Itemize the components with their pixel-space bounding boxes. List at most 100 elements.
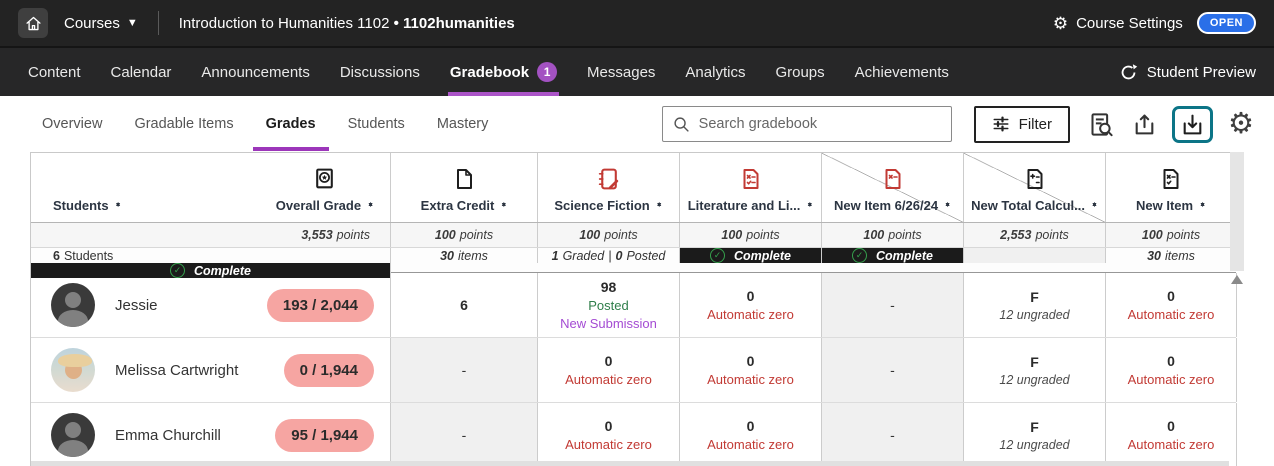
student-preview-button[interactable]: Student Preview: [1119, 48, 1256, 96]
course-title: Introduction to Humanities 1102 • 1102hu…: [179, 15, 515, 32]
course-settings-label: Course Settings: [1076, 15, 1183, 32]
courses-dropdown[interactable]: Courses ▼: [64, 15, 138, 32]
check-circle-icon: ✓: [852, 248, 867, 263]
extra-credit-points: 100points: [391, 223, 538, 247]
upload-icon: [1132, 112, 1157, 137]
test-icon: [739, 166, 763, 192]
student-preview-label: Student Preview: [1147, 64, 1256, 81]
grades-content: Students ▲▼ Overall Grade ▲▼: [0, 152, 1274, 466]
grade-cell-total-calculation[interactable]: F 12 ungraded: [964, 403, 1106, 466]
grade-cell-science-fiction[interactable]: 98 Posted New Submission: [538, 273, 680, 337]
new-item-column-header[interactable]: New Item ▲▼: [1106, 153, 1237, 222]
grade-cell-literature[interactable]: 0 Automatic zero: [680, 273, 822, 337]
student-cell[interactable]: Emma Churchill 95 / 1,944: [31, 403, 391, 466]
grade-cell-total-calculation[interactable]: F 12 ungraded: [964, 273, 1106, 337]
tab-content[interactable]: Content: [28, 48, 81, 96]
grade-cell-new-item[interactable]: 0 Automatic zero: [1106, 338, 1237, 402]
ungraded-label: 12 ungraded: [999, 308, 1069, 322]
new-item-points: 100points: [1106, 223, 1237, 247]
overall-grade-pill[interactable]: 0 / 1,944: [284, 354, 374, 387]
tab-messages[interactable]: Messages: [587, 48, 655, 96]
sort-icon: ▲▼: [367, 205, 374, 206]
grade-cell-new-item-626[interactable]: -: [822, 403, 964, 466]
tab-gradable-items[interactable]: Gradable Items: [134, 96, 233, 152]
extra-credit-column-header[interactable]: Extra Credit ▲▼: [391, 153, 538, 222]
filter-sliders-icon: [992, 115, 1010, 133]
overall-grade-column-header[interactable]: Overall Grade ▲▼: [276, 166, 374, 213]
sort-icon: ▲▼: [1199, 205, 1206, 206]
tab-groups[interactable]: Groups: [775, 48, 824, 96]
search-gradebook-box[interactable]: [662, 106, 952, 142]
grade-cell-literature[interactable]: 0 Automatic zero: [680, 403, 822, 466]
tab-analytics[interactable]: Analytics: [685, 48, 745, 96]
tab-overview[interactable]: Overview: [42, 96, 102, 152]
grade-cell-total-calculation[interactable]: F 12 ungraded: [964, 338, 1106, 402]
grade-cell-new-item-626[interactable]: -: [822, 273, 964, 337]
upload-button[interactable]: [1130, 110, 1159, 139]
tab-calendar[interactable]: Calendar: [111, 48, 172, 96]
download-button[interactable]: [1172, 106, 1213, 143]
grade-cell-extra-credit[interactable]: -: [391, 403, 538, 466]
overall-grade-icon: [312, 166, 337, 192]
tab-announcements[interactable]: Announcements: [201, 48, 309, 96]
horizontal-scrollbar[interactable]: [31, 461, 1229, 466]
tab-discussions[interactable]: Discussions: [340, 48, 420, 96]
total-calculation-column-header[interactable]: New Total Calcul... ▲▼: [964, 153, 1106, 222]
test-icon-hidden: [881, 166, 905, 192]
grade-cell-science-fiction[interactable]: 0 Automatic zero: [538, 338, 680, 402]
complete-badge[interactable]: ✓ Complete: [822, 248, 963, 263]
gradebook-settings-button[interactable]: ⚙: [1226, 108, 1256, 141]
grade-cell-new-item[interactable]: 0 Automatic zero: [1106, 273, 1237, 337]
course-settings-button[interactable]: ⚙ Course Settings: [1053, 15, 1183, 32]
grade-cell-literature[interactable]: 0 Automatic zero: [680, 338, 822, 402]
automatic-zero-label: Automatic zero: [565, 372, 652, 387]
ungraded-label: 12 ungraded: [999, 373, 1069, 387]
filter-button[interactable]: Filter: [974, 106, 1070, 143]
search-input[interactable]: [699, 116, 941, 132]
grade-cell-extra-credit[interactable]: -: [391, 338, 538, 402]
new-item-626-points: 100points: [822, 223, 964, 247]
sort-icon: ▲▼: [1091, 205, 1098, 206]
student-name[interactable]: Emma Churchill: [115, 427, 221, 444]
scroll-up-arrow[interactable]: [1231, 275, 1243, 284]
tab-gradebook[interactable]: Gradebook 1: [450, 48, 557, 96]
review-search-button[interactable]: [1086, 109, 1117, 140]
tab-achievements[interactable]: Achievements: [855, 48, 949, 96]
grade-cell-science-fiction[interactable]: 0 Automatic zero: [538, 403, 680, 466]
total-calculation-items-count: 30items: [1106, 248, 1237, 263]
open-status-badge[interactable]: OPEN: [1197, 12, 1256, 34]
complete-badge[interactable]: ✓ Complete: [680, 248, 821, 263]
student-cell[interactable]: Jessie 193 / 2,044: [31, 273, 391, 337]
avatar: [51, 348, 95, 392]
new-item-626-column-header[interactable]: New Item 6/26/24 ▲▼: [822, 153, 964, 222]
tab-grades[interactable]: Grades: [266, 96, 316, 152]
overall-grade-pill[interactable]: 95 / 1,944: [275, 419, 374, 452]
students-column-header[interactable]: Students ▲▼: [53, 198, 122, 213]
sort-icon: ▲▼: [115, 205, 122, 206]
gear-icon: ⚙: [1228, 110, 1254, 139]
journal-icon: [596, 166, 621, 192]
home-button[interactable]: [18, 8, 48, 38]
vertical-scrollbar[interactable]: [1230, 152, 1244, 271]
grade-cell-extra-credit[interactable]: 6: [391, 273, 538, 337]
automatic-zero-label: Automatic zero: [565, 437, 652, 452]
extra-credit-icon: [452, 166, 476, 192]
chevron-down-icon: ▼: [127, 17, 138, 29]
grade-cell-new-item[interactable]: 0 Automatic zero: [1106, 403, 1237, 466]
new-submission-link[interactable]: New Submission: [560, 316, 657, 331]
avatar: [51, 413, 95, 457]
grade-cell-new-item-626[interactable]: -: [822, 338, 964, 402]
total-calculation-points: 2,553points: [964, 223, 1106, 247]
student-cell[interactable]: Melissa Cartwright 0 / 1,944: [31, 338, 391, 402]
tab-students[interactable]: Students: [348, 96, 405, 152]
science-fiction-column-header[interactable]: Science Fiction ▲▼: [538, 153, 680, 222]
new-item-626-status: [964, 248, 1106, 263]
automatic-zero-label: Automatic zero: [707, 372, 794, 387]
literature-column-header[interactable]: Literature and Li... ▲▼: [680, 153, 822, 222]
tab-mastery[interactable]: Mastery: [437, 96, 489, 152]
student-name[interactable]: Melissa Cartwright: [115, 362, 238, 379]
overall-grade-pill[interactable]: 193 / 2,044: [267, 289, 374, 322]
table-row: Melissa Cartwright 0 / 1,944 - 0 Automat…: [31, 338, 1236, 403]
student-name[interactable]: Jessie: [115, 297, 158, 314]
filter-label: Filter: [1019, 116, 1052, 133]
